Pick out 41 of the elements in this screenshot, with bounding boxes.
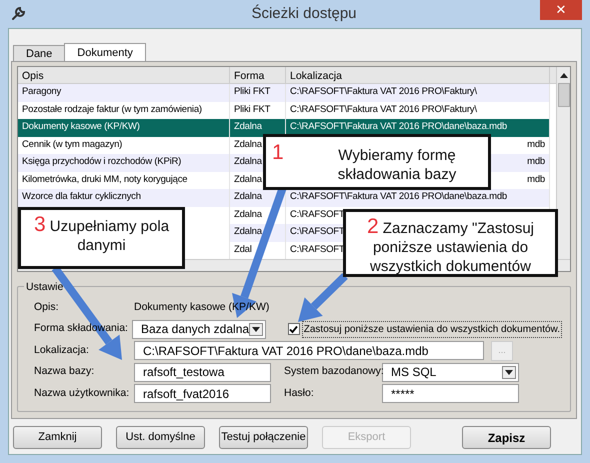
table-cell[interactable]: Zdalna [230, 119, 286, 136]
dialog-button[interactable]: Testuj połączenie [219, 426, 308, 449]
table-cell: C:\RAFSOFT\Faktura VAT 2016 PRO\dane\baza.mdb [286, 189, 550, 206]
field-label: Hasło: [284, 386, 315, 401]
tab[interactable]: Dokumenty [64, 43, 146, 61]
table-cell[interactable]: Wzorce dla faktur cyklicznych [18, 189, 230, 206]
close-button[interactable]: ✕ [540, 0, 582, 20]
dropdown-value: Baza danych zdalna [140, 321, 250, 338]
column-header[interactable]: Forma [230, 67, 286, 83]
column-header[interactable]: Opis [18, 67, 230, 83]
dropdown-value: MS SQL [391, 364, 436, 382]
tab[interactable]: Dane [13, 45, 66, 61]
dialog-button[interactable]: Zamknij [13, 426, 102, 449]
dialog-button[interactable]: Zapisz [462, 426, 551, 449]
arrow [298, 273, 348, 322]
input-field[interactable]: rafsoft_testowa [134, 362, 271, 382]
dialog-button[interactable]: Ust. domyślne [116, 426, 205, 449]
column-header[interactable]: Lokalizacja [286, 67, 550, 83]
checkbox[interactable] [288, 323, 300, 336]
callout-text: 3 Uzupełniamy pola danymi [32, 215, 170, 255]
field-label: Nazwa bazy: [34, 364, 96, 380]
table-cell[interactable]: Pliki FKT [230, 84, 286, 102]
password-field[interactable]: ***** [382, 384, 519, 404]
checkbox-label[interactable]: Zastosuj poniższe ustawienia do wszystkich dokumentów. [302, 320, 562, 338]
scroll-thumb[interactable] [558, 83, 570, 107]
field-label: Nazwa użytkownika: [34, 386, 130, 401]
window-title: Ścieżki dostępu [251, 4, 357, 24]
scroll-up-icon[interactable] [560, 72, 568, 78]
vertical-scrollbar[interactable] [556, 67, 570, 259]
field-label: System bazodanowy: [284, 364, 382, 380]
table-cell[interactable]: Dokumenty kasowe (KP/KW) [18, 119, 230, 136]
table-cell: C:\RAFSOFT\Faktura VAT 2016 PRO\Faktury\ [286, 84, 550, 102]
wrench-icon[interactable] [10, 6, 26, 22]
dropdown[interactable]: MS SQL [382, 362, 519, 382]
field-label: Opis: [34, 300, 60, 315]
dropdown[interactable]: Baza danych zdalna [132, 320, 266, 339]
input-field[interactable]: C:\RAFSOFT\Faktura VAT 2016 PRO\dane\baza.mdb [134, 341, 484, 360]
input-field[interactable]: rafsoft_fvat2016 [134, 384, 271, 404]
field-label: Lokalizacja: [34, 342, 90, 358]
table-cell[interactable]: Paragony [18, 84, 230, 102]
table-cell[interactable]: Księga przychodów i rozchodów (KPiR) [18, 154, 230, 172]
